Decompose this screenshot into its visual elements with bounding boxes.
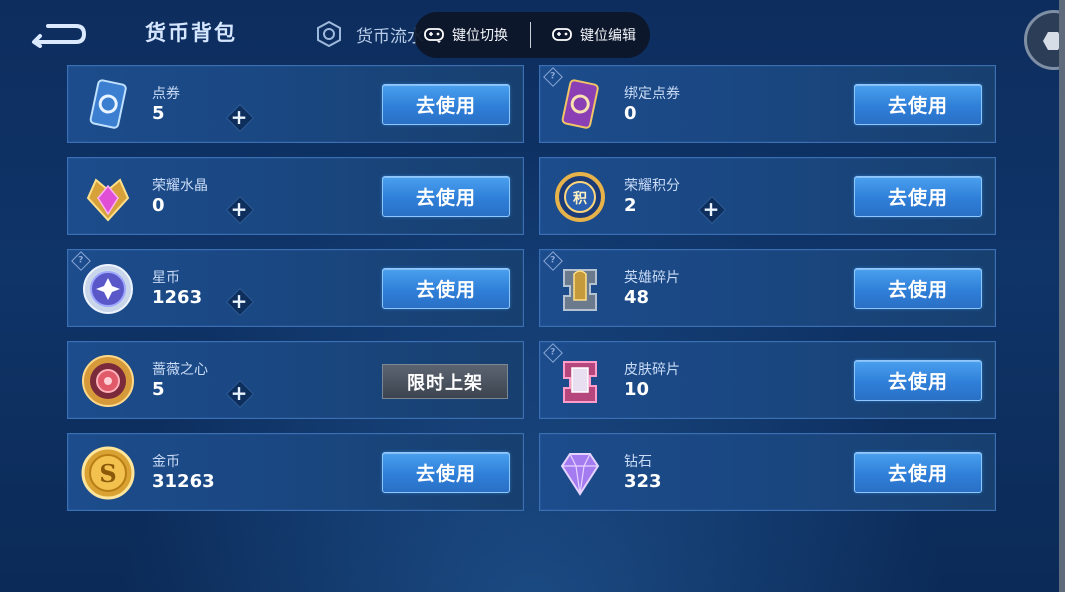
add-icon[interactable]: +: [226, 288, 252, 314]
gamepad-switch-icon: [424, 28, 444, 43]
keybar-divider: [529, 22, 531, 48]
use-button[interactable]: 去使用: [854, 176, 982, 217]
currency-name: 点券: [152, 86, 180, 102]
use-button[interactable]: 去使用: [382, 268, 510, 309]
key-switch-button[interactable]: 键位切换: [424, 25, 508, 45]
currency-card: ? 星币 1263 + 去使用: [67, 249, 524, 327]
page-title: 货币背包: [145, 21, 237, 45]
use-button[interactable]: 去使用: [854, 452, 982, 493]
back-arrow-icon[interactable]: [30, 20, 88, 48]
currency-card: S 金币 31263 去使用: [67, 433, 524, 511]
currency-name: 蔷薇之心: [152, 362, 208, 378]
add-icon[interactable]: +: [698, 196, 724, 222]
use-button[interactable]: 去使用: [382, 452, 510, 493]
currency-value: 2: [624, 195, 637, 216]
currency-name: 钻石: [624, 454, 652, 470]
currency-value: 5: [152, 103, 165, 124]
rose-heart-icon: [78, 352, 138, 410]
currency-value: 0: [152, 195, 165, 216]
gamepad-edit-icon: [552, 28, 572, 41]
currency-name: 绑定点券: [624, 86, 680, 102]
key-mapping-bar: 键位切换 键位编辑: [414, 12, 650, 58]
use-button[interactable]: 去使用: [382, 84, 510, 125]
coupon-card-icon: [78, 76, 138, 134]
tab-currency-flow[interactable]: 货币流水: [316, 20, 424, 48]
add-icon[interactable]: +: [226, 196, 252, 222]
currency-value: 5: [152, 379, 165, 400]
currency-value: 10: [624, 379, 650, 400]
svg-text:S: S: [99, 459, 116, 488]
glory-crystal-icon: [78, 168, 138, 226]
currency-card: 点券 5 + 去使用: [67, 65, 524, 143]
gold-coin-icon: S: [78, 444, 138, 502]
currency-bag-screen: 货币背包 货币流水 键位切换 键位编辑 点券 5 + 去使用 ? 绑定点券 0 …: [0, 0, 1065, 592]
add-icon[interactable]: +: [226, 380, 252, 406]
currency-name: 皮肤碎片: [624, 362, 680, 378]
currency-card: 荣耀水晶 0 + 去使用: [67, 157, 524, 235]
currency-name: 星币: [152, 270, 180, 286]
hero-fragment-icon: [550, 260, 610, 318]
currency-flow-icon: [317, 21, 341, 47]
use-button[interactable]: 去使用: [854, 84, 982, 125]
bound-coupon-card-icon: [550, 76, 610, 134]
currency-card: 蔷薇之心 5 + 限时上架: [67, 341, 524, 419]
currency-card: 积 荣耀积分 2 + 去使用: [539, 157, 996, 235]
right-edge-strip: [1059, 0, 1065, 592]
limited-time-button[interactable]: 限时上架: [382, 364, 508, 399]
star-coin-icon: [78, 260, 138, 318]
diamond-icon: [550, 444, 610, 502]
currency-card: 钻石 323 去使用: [539, 433, 996, 511]
currency-value: 48: [624, 287, 650, 308]
use-button[interactable]: 去使用: [854, 268, 982, 309]
use-button[interactable]: 去使用: [854, 360, 982, 401]
currency-name: 金币: [152, 454, 180, 470]
skin-fragment-icon: [550, 352, 610, 410]
glory-points-icon: 积: [550, 168, 610, 226]
currency-card: ? 绑定点券 0 去使用: [539, 65, 996, 143]
currency-name: 英雄碎片: [624, 270, 680, 286]
currency-name: 荣耀积分: [624, 178, 680, 194]
currency-value: 1263: [152, 287, 203, 308]
svg-text:积: 积: [573, 190, 587, 207]
currency-card: ? 皮肤碎片 10 去使用: [539, 341, 996, 419]
currency-value: 31263: [152, 471, 215, 492]
key-edit-label: 键位编辑: [580, 28, 636, 44]
currency-name: 荣耀水晶: [152, 178, 208, 194]
use-button[interactable]: 去使用: [382, 176, 510, 217]
currency-card: ? 英雄碎片 48 去使用: [539, 249, 996, 327]
add-icon[interactable]: +: [226, 104, 252, 130]
key-switch-label: 键位切换: [452, 28, 508, 44]
key-edit-button[interactable]: 键位编辑: [552, 25, 636, 45]
currency-value: 323: [624, 471, 662, 492]
currency-value: 0: [624, 103, 637, 124]
